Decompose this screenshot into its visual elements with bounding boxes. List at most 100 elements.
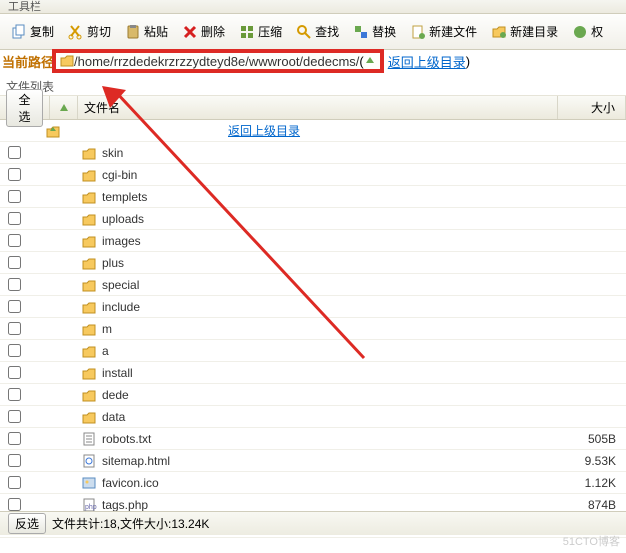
path-label: 当前路径 [2, 52, 54, 71]
compress-button[interactable]: 压缩 [234, 20, 287, 43]
file-name: a [100, 344, 564, 358]
watermark: 51CTO博客 [563, 533, 620, 549]
row-checkbox[interactable] [8, 454, 21, 467]
newdir-button[interactable]: 新建目录 [486, 20, 563, 43]
sort-arrow-cell[interactable] [50, 96, 78, 119]
row-checkbox[interactable] [8, 212, 21, 225]
col-name[interactable]: 文件名 [78, 96, 558, 119]
row-checkbox[interactable] [8, 278, 21, 291]
row-checkbox[interactable] [8, 498, 21, 511]
file-size: 505B [564, 432, 626, 446]
file-name: favicon.ico [100, 476, 564, 490]
list-section-label: 文件列表 [0, 76, 626, 96]
back-up-link[interactable]: 返回上级目录 [228, 122, 300, 139]
list-item[interactable]: skin [0, 142, 626, 164]
replace-button[interactable]: 替换 [348, 20, 401, 43]
file-name: install [100, 366, 564, 380]
row-checkbox[interactable] [8, 146, 21, 159]
file-name: special [100, 278, 564, 292]
file-name: sitemap.html [100, 454, 564, 468]
paste-label: 粘贴 [144, 23, 168, 40]
toolbar: 复制 剪切 粘贴 删除 压缩 查找 替换 新建文件 新建目录 权 [0, 14, 626, 50]
file-icon [78, 211, 100, 227]
path-close-paren: ) [466, 54, 470, 69]
search-icon [296, 24, 312, 40]
col-size[interactable]: 大小 [558, 96, 626, 119]
row-checkbox[interactable] [8, 410, 21, 423]
select-all-button[interactable]: 全选 [6, 89, 43, 127]
perm-icon [572, 24, 588, 40]
file-name: uploads [100, 212, 564, 226]
copy-button[interactable]: 复制 [6, 20, 59, 43]
file-name: m [100, 322, 564, 336]
file-icon [78, 475, 100, 491]
paste-button[interactable]: 粘贴 [120, 20, 173, 43]
newdir-icon [491, 24, 507, 40]
list-header: 全选 文件名 大小 [0, 96, 626, 120]
list-item[interactable]: m [0, 318, 626, 340]
file-icon [78, 365, 100, 381]
file-icon [78, 145, 100, 161]
newdir-label: 新建目录 [510, 23, 558, 40]
delete-button[interactable]: 删除 [177, 20, 230, 43]
file-name: skin [100, 146, 564, 160]
row-checkbox[interactable] [8, 476, 21, 489]
list-item[interactable]: favicon.ico1.12K [0, 472, 626, 494]
row-checkbox[interactable] [8, 432, 21, 445]
list-item[interactable]: install [0, 362, 626, 384]
paste-icon [125, 24, 141, 40]
newfile-button[interactable]: 新建文件 [405, 20, 482, 43]
section-title: 工具栏 [0, 0, 626, 14]
cut-icon [68, 24, 84, 40]
file-icon [78, 167, 100, 183]
list-item[interactable]: include [0, 296, 626, 318]
row-checkbox[interactable] [8, 366, 21, 379]
file-icon [78, 387, 100, 403]
list-item[interactable]: uploads [0, 208, 626, 230]
list-item[interactable]: cgi-bin [0, 164, 626, 186]
back-link[interactable]: 返回上级目录 [388, 52, 466, 71]
cut-button[interactable]: 剪切 [63, 20, 116, 43]
newfile-icon [410, 24, 426, 40]
back-row[interactable]: 返回上级目录 [0, 120, 626, 142]
newfile-label: 新建文件 [429, 23, 477, 40]
file-name: include [100, 300, 564, 314]
list-item[interactable]: dede [0, 384, 626, 406]
file-size: 9.53K [564, 454, 626, 468]
file-name: images [100, 234, 564, 248]
file-list: 返回上级目录 skin cgi-bin templets uploads images p… [0, 120, 626, 538]
row-checkbox[interactable] [8, 234, 21, 247]
compress-label: 压缩 [258, 23, 282, 40]
row-checkbox[interactable] [8, 300, 21, 313]
row-checkbox[interactable] [8, 190, 21, 203]
list-item[interactable]: sitemap.html9.53K [0, 450, 626, 472]
row-checkbox[interactable] [8, 344, 21, 357]
list-item[interactable]: special [0, 274, 626, 296]
up-arrow-icon [364, 55, 376, 67]
cut-label: 剪切 [87, 23, 111, 40]
list-item[interactable]: templets [0, 186, 626, 208]
file-size: 874B [564, 498, 626, 512]
list-item[interactable]: plus [0, 252, 626, 274]
file-icon [78, 409, 100, 425]
list-item[interactable]: data [0, 406, 626, 428]
list-item[interactable]: robots.txt505B [0, 428, 626, 450]
row-checkbox[interactable] [8, 256, 21, 269]
path-highlight-box: /home/rrzdedekrzrzzydteyd8e/wwwroot/dede… [52, 49, 384, 73]
row-checkbox[interactable] [8, 322, 21, 335]
search-button[interactable]: 查找 [291, 20, 344, 43]
list-item[interactable]: a [0, 340, 626, 362]
perm-button[interactable]: 权 [567, 20, 608, 43]
footer: 反选 文件共计:18,文件大小:13.24K [0, 511, 626, 535]
file-name: cgi-bin [100, 168, 564, 182]
search-label: 查找 [315, 23, 339, 40]
invert-button[interactable]: 反选 [8, 513, 46, 534]
list-item[interactable]: images [0, 230, 626, 252]
file-icon [78, 321, 100, 337]
file-size: 1.12K [564, 476, 626, 490]
row-checkbox[interactable] [8, 168, 21, 181]
current-path: /home/rrzdedekrzrzzydteyd8e/wwwroot/dede… [74, 54, 359, 69]
file-icon [78, 299, 100, 315]
svg-text:php: php [85, 504, 97, 511]
row-checkbox[interactable] [8, 388, 21, 401]
